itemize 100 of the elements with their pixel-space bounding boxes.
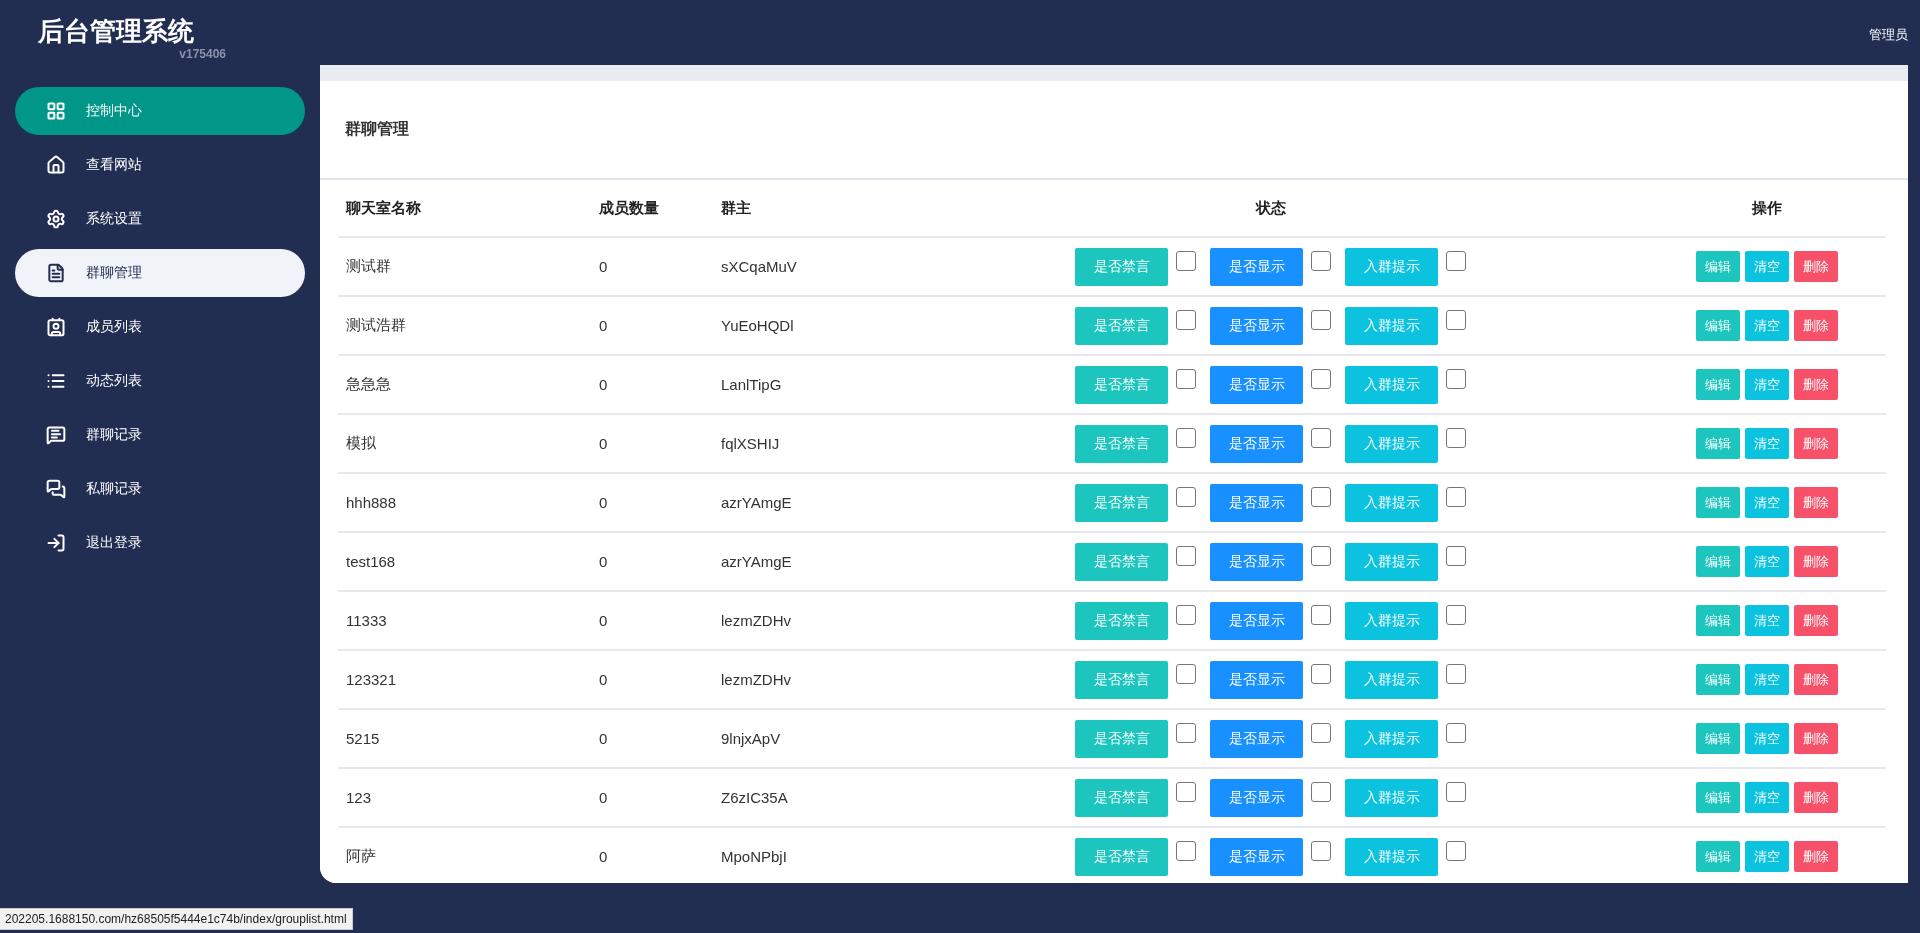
checkbox[interactable] (1446, 840, 1466, 861)
sidebar-item[interactable]: 控制中心 (15, 87, 305, 135)
checkbox[interactable] (1311, 250, 1331, 271)
edit-button[interactable]: 编辑 (1696, 487, 1740, 518)
toggle-label-button[interactable]: 是否显示 (1210, 719, 1303, 758)
toggle-label-button[interactable]: 入群提示 (1345, 483, 1438, 522)
toggle-label-button[interactable]: 是否禁言 (1075, 778, 1168, 817)
checkbox[interactable] (1311, 368, 1331, 389)
toggle-label-button[interactable]: 是否禁言 (1075, 719, 1168, 758)
toggle-label-button[interactable]: 入群提示 (1345, 719, 1438, 758)
toggle-label-button[interactable]: 是否禁言 (1075, 837, 1168, 876)
edit-button[interactable]: 编辑 (1696, 428, 1740, 459)
toggle-label-button[interactable]: 是否禁言 (1075, 483, 1168, 522)
checkbox[interactable] (1446, 604, 1466, 625)
toggle-label-button[interactable]: 入群提示 (1345, 365, 1438, 404)
checkbox[interactable] (1176, 722, 1196, 743)
toggle-label-button[interactable]: 是否禁言 (1075, 660, 1168, 699)
clear-button[interactable]: 清空 (1745, 369, 1789, 400)
toggle-label-button[interactable]: 是否显示 (1210, 247, 1303, 286)
toggle-label-button[interactable]: 是否显示 (1210, 306, 1303, 345)
toggle-label-button[interactable]: 是否显示 (1210, 542, 1303, 581)
toggle-label-button[interactable]: 入群提示 (1345, 247, 1438, 286)
checkbox[interactable] (1446, 368, 1466, 389)
toggle-label-button[interactable]: 是否显示 (1210, 837, 1303, 876)
delete-button[interactable]: 删除 (1794, 782, 1838, 813)
checkbox[interactable] (1446, 486, 1466, 507)
edit-button[interactable]: 编辑 (1696, 546, 1740, 577)
toggle-label-button[interactable]: 是否显示 (1210, 601, 1303, 640)
toggle-label-button[interactable]: 是否显示 (1210, 365, 1303, 404)
toggle-label-button[interactable]: 是否显示 (1210, 483, 1303, 522)
delete-button[interactable]: 删除 (1794, 487, 1838, 518)
delete-button[interactable]: 删除 (1794, 546, 1838, 577)
clear-button[interactable]: 清空 (1745, 723, 1789, 754)
checkbox[interactable] (1311, 309, 1331, 330)
edit-button[interactable]: 编辑 (1696, 664, 1740, 695)
checkbox[interactable] (1176, 663, 1196, 684)
checkbox[interactable] (1311, 427, 1331, 448)
delete-button[interactable]: 删除 (1794, 605, 1838, 636)
edit-button[interactable]: 编辑 (1696, 782, 1740, 813)
delete-button[interactable]: 删除 (1794, 428, 1838, 459)
checkbox[interactable] (1311, 663, 1331, 684)
sidebar-item[interactable]: 私聊记录 (15, 465, 305, 513)
checkbox[interactable] (1446, 781, 1466, 802)
checkbox[interactable] (1176, 604, 1196, 625)
clear-button[interactable]: 清空 (1745, 841, 1789, 872)
clear-button[interactable]: 清空 (1745, 782, 1789, 813)
toggle-label-button[interactable]: 是否显示 (1210, 778, 1303, 817)
toggle-label-button[interactable]: 是否显示 (1210, 660, 1303, 699)
clear-button[interactable]: 清空 (1745, 310, 1789, 341)
clear-button[interactable]: 清空 (1745, 251, 1789, 282)
toggle-label-button[interactable]: 入群提示 (1345, 837, 1438, 876)
checkbox[interactable] (1176, 486, 1196, 507)
checkbox[interactable] (1446, 309, 1466, 330)
delete-button[interactable]: 删除 (1794, 251, 1838, 282)
checkbox[interactable] (1176, 781, 1196, 802)
checkbox[interactable] (1176, 545, 1196, 566)
toggle-label-button[interactable]: 入群提示 (1345, 660, 1438, 699)
toggle-label-button[interactable]: 入群提示 (1345, 424, 1438, 463)
clear-button[interactable]: 清空 (1745, 546, 1789, 577)
toggle-label-button[interactable]: 是否禁言 (1075, 601, 1168, 640)
toggle-label-button[interactable]: 是否显示 (1210, 424, 1303, 463)
edit-button[interactable]: 编辑 (1696, 841, 1740, 872)
toggle-label-button[interactable]: 是否禁言 (1075, 247, 1168, 286)
clear-button[interactable]: 清空 (1745, 428, 1789, 459)
checkbox[interactable] (1311, 545, 1331, 566)
checkbox[interactable] (1446, 722, 1466, 743)
checkbox[interactable] (1176, 309, 1196, 330)
toggle-label-button[interactable]: 是否禁言 (1075, 306, 1168, 345)
sidebar-item[interactable]: 成员列表 (15, 303, 305, 351)
checkbox[interactable] (1176, 427, 1196, 448)
delete-button[interactable]: 删除 (1794, 841, 1838, 872)
edit-button[interactable]: 编辑 (1696, 723, 1740, 754)
checkbox[interactable] (1176, 368, 1196, 389)
checkbox[interactable] (1446, 250, 1466, 271)
sidebar-item[interactable]: 群聊记录 (15, 411, 305, 459)
checkbox[interactable] (1311, 840, 1331, 861)
toggle-label-button[interactable]: 是否禁言 (1075, 365, 1168, 404)
sidebar-item[interactable]: 动态列表 (15, 357, 305, 405)
edit-button[interactable]: 编辑 (1696, 369, 1740, 400)
checkbox[interactable] (1446, 545, 1466, 566)
checkbox[interactable] (1311, 781, 1331, 802)
checkbox[interactable] (1176, 250, 1196, 271)
sidebar-item[interactable]: 查看网站 (15, 141, 305, 189)
clear-button[interactable]: 清空 (1745, 487, 1789, 518)
toggle-label-button[interactable]: 是否禁言 (1075, 542, 1168, 581)
toggle-label-button[interactable]: 入群提示 (1345, 542, 1438, 581)
checkbox[interactable] (1176, 840, 1196, 861)
clear-button[interactable]: 清空 (1745, 605, 1789, 636)
edit-button[interactable]: 编辑 (1696, 310, 1740, 341)
delete-button[interactable]: 删除 (1794, 664, 1838, 695)
sidebar-item[interactable]: 系统设置 (15, 195, 305, 243)
edit-button[interactable]: 编辑 (1696, 605, 1740, 636)
checkbox[interactable] (1311, 722, 1331, 743)
checkbox[interactable] (1446, 427, 1466, 448)
user-name[interactable]: 管理员 (1869, 26, 1908, 44)
checkbox[interactable] (1446, 663, 1466, 684)
checkbox[interactable] (1311, 604, 1331, 625)
edit-button[interactable]: 编辑 (1696, 251, 1740, 282)
delete-button[interactable]: 删除 (1794, 369, 1838, 400)
toggle-label-button[interactable]: 入群提示 (1345, 601, 1438, 640)
